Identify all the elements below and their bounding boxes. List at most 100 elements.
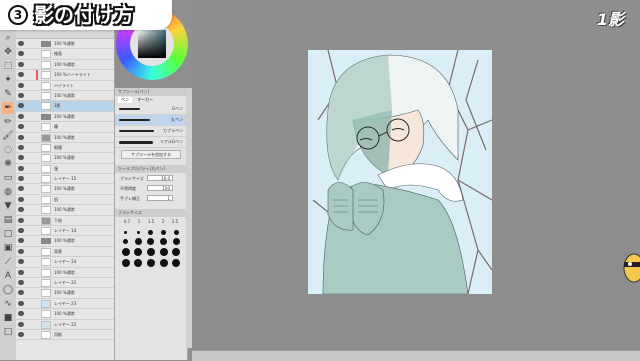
visibility-eye-icon[interactable] [18,155,24,161]
brush-size-dot[interactable] [146,248,155,256]
brush-size-dot[interactable] [136,231,140,234]
layer-row[interactable]: 100 %通常 [16,153,114,164]
visibility-eye-icon[interactable] [18,259,24,265]
visibility-eye-icon[interactable] [18,207,24,213]
sub-color-icon[interactable]: □ [2,326,14,338]
visibility-eye-icon[interactable] [18,103,24,109]
saturation-value-square[interactable] [138,30,166,58]
gradient-tool-icon[interactable]: ▤ [2,214,14,226]
layer-folder-row[interactable]: 100 %通常 [16,112,114,123]
brush-size-dot[interactable] [124,231,128,234]
visibility-eye-icon[interactable] [18,196,24,202]
select-tool-icon[interactable]: ⬚ [2,60,14,72]
layer-row[interactable]: 下絵 [16,216,114,227]
visibility-eye-icon[interactable] [18,113,24,119]
visibility-eye-icon[interactable] [18,238,24,244]
airbrush-tool-icon[interactable]: ◌ [2,144,14,156]
brush-size-dot[interactable] [146,259,155,267]
brush-size-dot[interactable] [159,248,168,256]
brush-tool-icon[interactable]: 🖌 [2,130,14,142]
frame-tool-icon[interactable]: ▣ [2,242,14,254]
visibility-eye-icon[interactable] [18,61,24,67]
brush-item[interactable]: カブラペン [115,126,187,137]
blend-tool-icon[interactable]: ◍ [2,186,14,198]
brush-size-dot[interactable] [172,259,181,267]
layer-row[interactable]: 100 %通常 [16,91,114,102]
brush-size-dot[interactable] [121,248,130,256]
layer-row[interactable]: レイヤー 21 [16,278,114,289]
visibility-eye-icon[interactable] [18,311,24,317]
visibility-eye-icon[interactable] [18,134,24,140]
layer-folder-row[interactable]: 100 %通常 [16,39,114,50]
tab-marker[interactable]: マーカー [134,97,156,103]
brush-item[interactable]: Gペン [115,104,187,115]
brush-size-dot[interactable] [148,230,154,235]
property-value-field[interactable]: 10.0 [147,175,173,181]
eyedropper-tool-icon[interactable]: ✎ [2,88,14,100]
layer-folder-row[interactable]: 100 %通常 [16,236,114,247]
layer-row[interactable]: 100 %通常 [16,60,114,71]
brush-size-dot[interactable] [134,238,142,245]
layer-row[interactable]: 肌 [16,195,114,206]
brush-size-dot[interactable] [160,238,168,245]
brush-size-dot[interactable] [121,259,130,267]
brush-size-dot[interactable] [159,259,168,267]
layer-row[interactable]: 100 %通常 [16,133,114,143]
correct-line-tool-icon[interactable]: ∿ [2,298,14,310]
visibility-eye-icon[interactable] [18,269,24,275]
layer-row[interactable]: 服 [16,164,114,175]
brush-size-dot[interactable] [172,238,180,245]
visibility-eye-icon[interactable] [18,124,24,130]
tab-pen[interactable]: ペン [118,97,132,103]
magic-wand-tool-icon[interactable]: ✦ [2,74,14,86]
visibility-eye-icon[interactable] [18,228,24,234]
visibility-eye-icon[interactable] [18,82,24,88]
text-tool-icon[interactable]: A [2,270,14,282]
visibility-eye-icon[interactable] [18,321,24,327]
layer-row[interactable]: 100 %通常 [16,288,114,299]
brush-size-dot[interactable] [172,248,181,256]
brush-item[interactable]: リアルGペン [115,137,187,148]
visibility-eye-icon[interactable] [18,331,24,337]
layer-row[interactable]: 用紙 [16,330,114,341]
visibility-eye-icon[interactable] [18,176,24,182]
brush-size-dot[interactable] [147,238,155,245]
ruler-tool-icon[interactable]: ⟋ [2,256,14,268]
layer-row[interactable]: 100 %通常 [16,184,114,195]
eraser-tool-icon[interactable]: ▭ [2,172,14,184]
layer-row[interactable]: 100 %通常 [16,309,114,320]
layer-row[interactable]: 瞳 [16,122,114,133]
zoom-tool-icon[interactable]: ⌕ [2,32,14,44]
property-value-field[interactable]: 1 [147,195,173,201]
visibility-eye-icon[interactable] [18,290,24,296]
layer-row[interactable]: レイヤー 23 [16,299,114,310]
brush-size-dot[interactable] [161,230,167,235]
brush-size-dot[interactable] [134,259,143,267]
fill-tool-icon[interactable]: ▼ [2,200,14,212]
visibility-eye-icon[interactable] [18,300,24,306]
layer-row[interactable]: レイヤー 24 [16,257,114,268]
figure-tool-icon[interactable]: □ [2,228,14,240]
pencil-tool-icon[interactable]: ✏ [2,116,14,128]
layer-row[interactable]: 背景 [16,247,114,258]
artwork-canvas[interactable] [308,50,492,294]
layer-row[interactable]: 100 %通常 [16,268,114,278]
brush-size-dot[interactable] [123,239,129,244]
visibility-eye-icon[interactable] [18,51,24,57]
layer-row[interactable]: 100 %ハードライト [16,70,114,81]
visibility-eye-icon[interactable] [18,279,24,285]
balloon-tool-icon[interactable]: ◯ [2,284,14,296]
layer-row[interactable]: ハイライト [16,81,114,91]
property-value-field[interactable]: 100 [147,185,173,191]
visibility-eye-icon[interactable] [18,248,24,254]
decoration-tool-icon[interactable]: ❋ [2,158,14,170]
layer-row[interactable]: 1影 [16,101,114,112]
visibility-eye-icon[interactable] [18,92,24,98]
brush-size-dot[interactable] [134,248,143,256]
visibility-eye-icon[interactable] [18,144,24,150]
visibility-eye-icon[interactable] [18,186,24,192]
layer-row[interactable]: レイヤー 14 [16,226,114,237]
brush-size-dot[interactable] [173,230,179,235]
main-color-icon[interactable]: ■ [2,312,14,324]
pen-tool-icon[interactable]: ✒ [2,102,14,114]
